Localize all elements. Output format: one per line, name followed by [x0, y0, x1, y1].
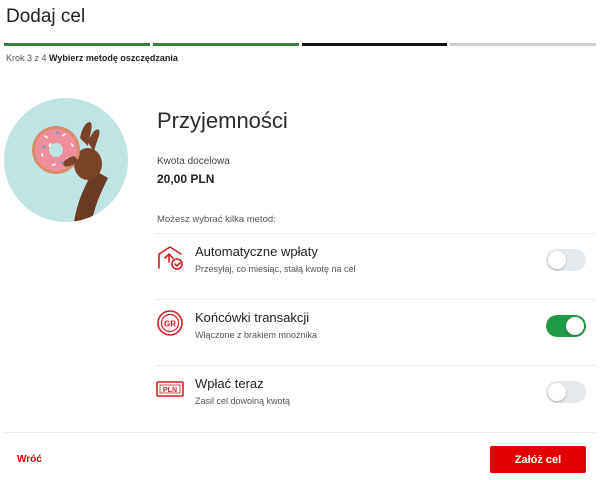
progress-bar [4, 43, 596, 46]
progress-step-4 [450, 43, 596, 46]
automatic-transfer-icon [158, 246, 183, 270]
method-title: Automatyczne wpłaty [195, 244, 318, 259]
method-subtitle: Zasil cel dowolną kwotą [195, 396, 291, 406]
divider [155, 365, 596, 366]
method-subtitle: Włączone z brakiem mnożnika [195, 330, 318, 340]
divider [155, 233, 596, 234]
round-ups-toggle[interactable] [546, 315, 586, 337]
toggle-knob [548, 251, 566, 269]
step-counter: Krok 3 z 4 [6, 53, 47, 63]
back-link[interactable]: Wróć [17, 454, 42, 465]
toggle-knob [566, 317, 584, 335]
progress-step-1 [4, 43, 150, 46]
round-up-gr-icon: GR [157, 310, 183, 336]
footer-divider [4, 432, 596, 433]
method-title: Wpłać teraz [195, 376, 264, 391]
page-title: Dodaj cel [6, 6, 86, 27]
method-subtitle: Przesyłaj, co miesiąc, stałą kwotę na ce… [195, 264, 356, 274]
step-caption: Krok 3 z 4 Wybierz metodę oszczędzania [6, 53, 178, 63]
automatic-transfers-toggle[interactable] [546, 249, 586, 271]
target-amount-value: 20,00 PLN [157, 172, 215, 186]
target-amount-label: Kwota docelowa [157, 156, 230, 167]
method-title: Końcówki transakcji [195, 310, 310, 325]
svg-text:GR: GR [164, 320, 176, 329]
svg-text:PLN: PLN [163, 387, 177, 394]
donut-hand-illustration [32, 122, 108, 222]
goal-title: Przyjemności [157, 108, 288, 133]
method-round-ups: GR Końcówki transakcji Włączone z brakie… [155, 302, 596, 354]
step-name: Wybierz metodę oszczędzania [49, 53, 178, 63]
pay-now-toggle[interactable] [546, 381, 586, 403]
toggle-knob [548, 383, 566, 401]
methods-label: Możesz wybrać kilka metod: [157, 214, 276, 225]
create-goal-button[interactable]: Załóż cel [490, 446, 586, 473]
method-automatic-transfers: Automatyczne wpłaty Przesyłaj, co miesią… [155, 236, 596, 288]
progress-step-3 [301, 43, 448, 46]
divider [155, 299, 596, 300]
progress-step-2 [152, 43, 299, 46]
method-pay-now: PLN Wpłać teraz Zasil cel dowolną kwotą [155, 368, 596, 420]
donut-hand-image [4, 98, 128, 222]
pln-banknote-icon: PLN [156, 381, 184, 397]
